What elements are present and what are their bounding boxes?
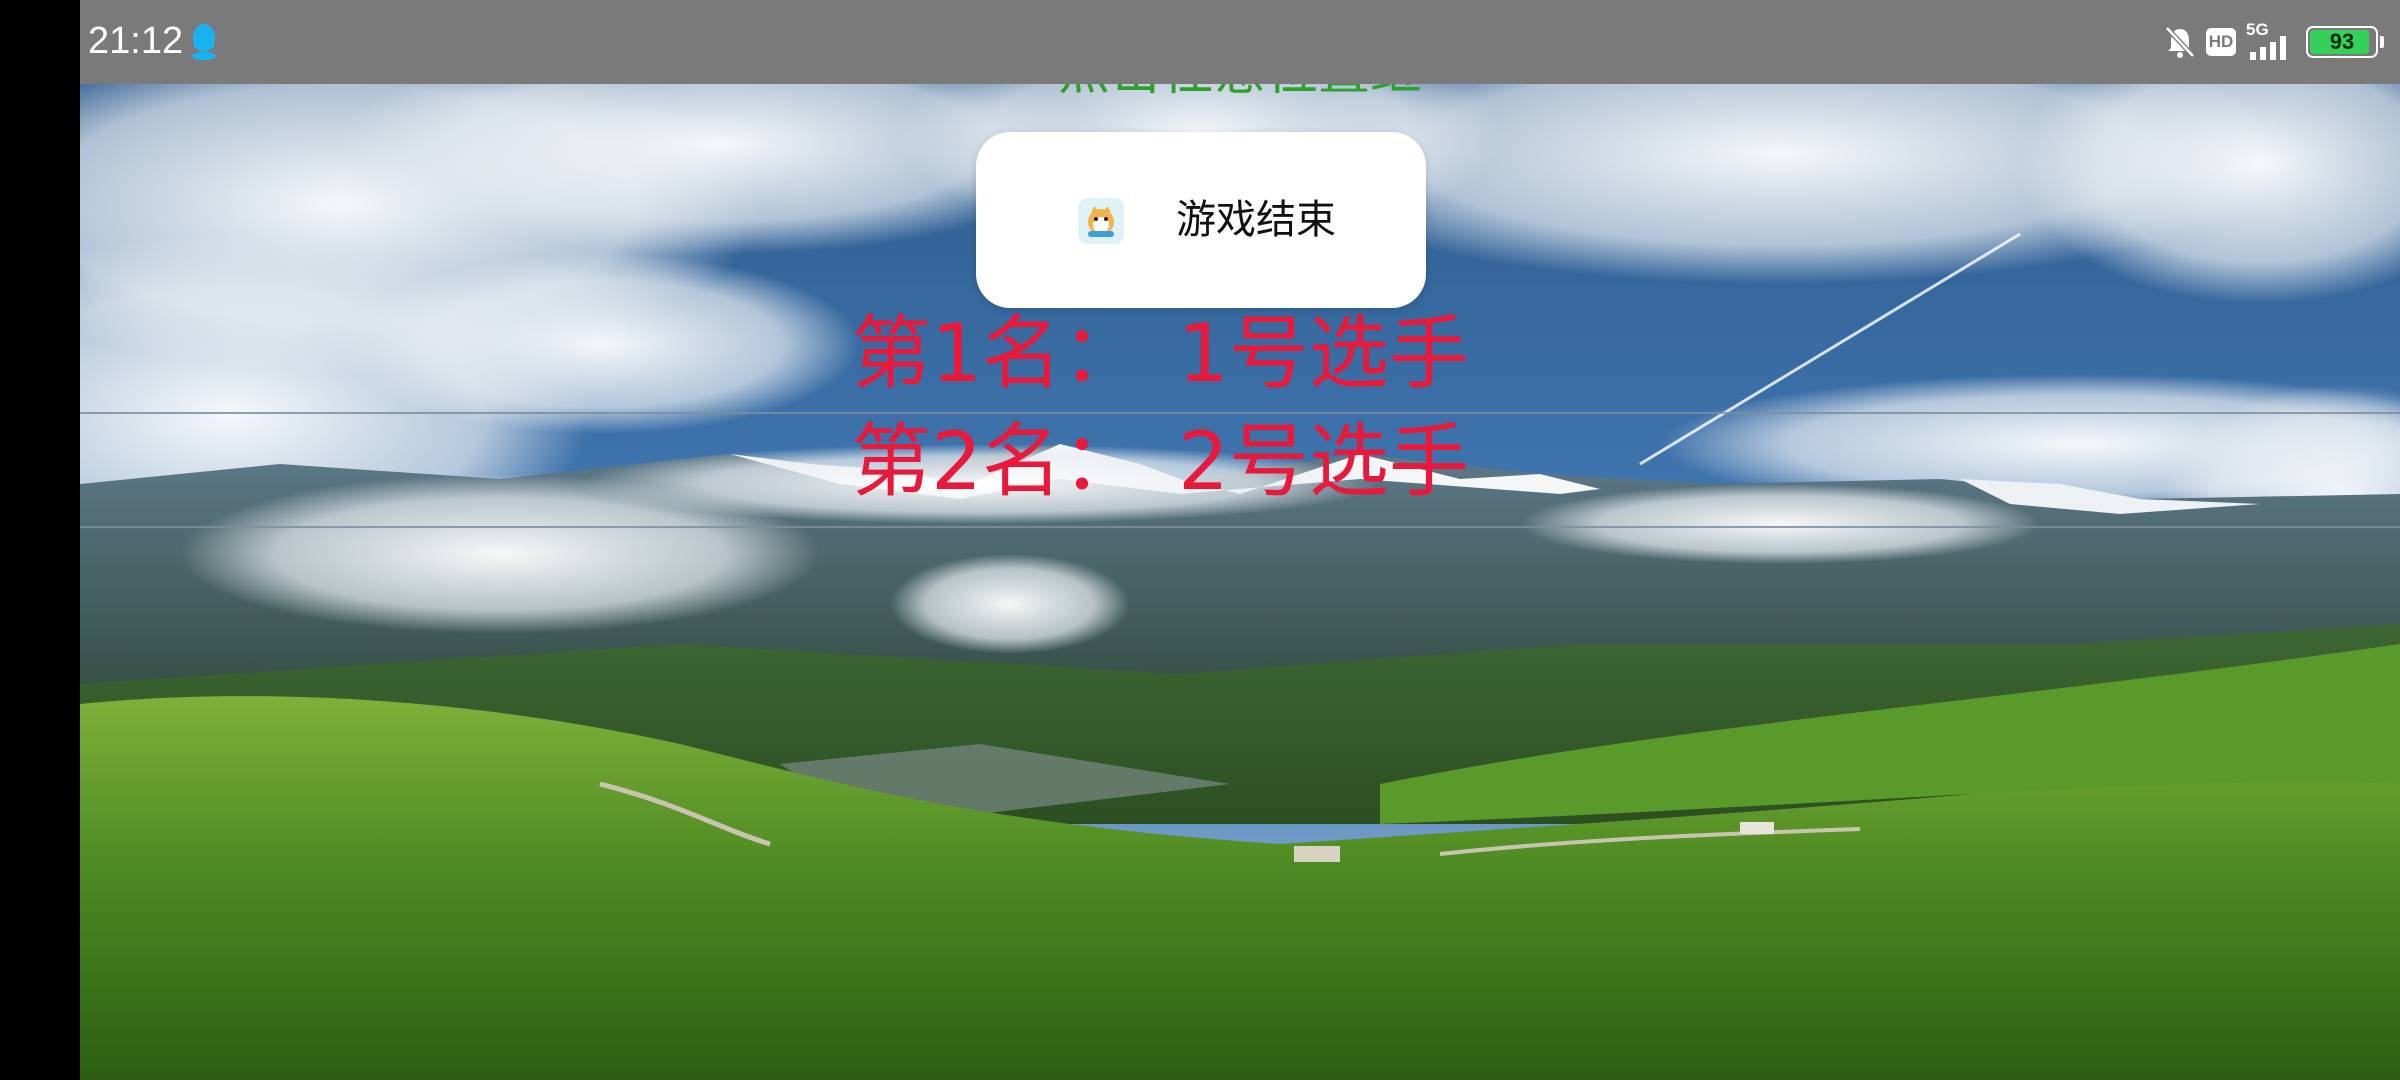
rank-label: 第1名：: [851, 307, 1142, 400]
battery-cap: [2380, 36, 2384, 48]
hd-badge: HD: [2206, 28, 2236, 56]
app-icon: [1078, 198, 1124, 244]
rank-label: 第2名：: [851, 415, 1142, 508]
player-name: 2号选手: [1178, 415, 1469, 508]
game-over-toast: 游戏结束: [976, 132, 1426, 308]
player-name: 1号选手: [1178, 307, 1469, 400]
ranking-row: 第1名： 1号选手: [80, 306, 2320, 402]
battery-indicator: 93: [2306, 26, 2378, 58]
cellular-signal: 5G: [2246, 20, 2298, 62]
signal-bars-icon: [2250, 36, 2286, 60]
status-bar: 21:12 HD 5G 93: [80, 0, 2400, 84]
qq-notification-icon: [192, 24, 216, 60]
bell-mute-icon: [2165, 26, 2195, 58]
game-screen[interactable]: 点击任意位置继 第1名： 1号选手 第2名： 2号选手 游戏结束: [80, 84, 2400, 1080]
battery-percent: 93: [2329, 29, 2355, 54]
left-black-strip: [0, 0, 80, 1080]
status-time: 21:12: [88, 20, 184, 62]
ranking-row: 第2名： 2号选手: [80, 414, 2320, 510]
tap-to-continue-hint: 点击任意位置继: [80, 84, 2400, 102]
toast-message: 游戏结束: [1176, 197, 1336, 243]
divider-line: [80, 526, 2400, 528]
